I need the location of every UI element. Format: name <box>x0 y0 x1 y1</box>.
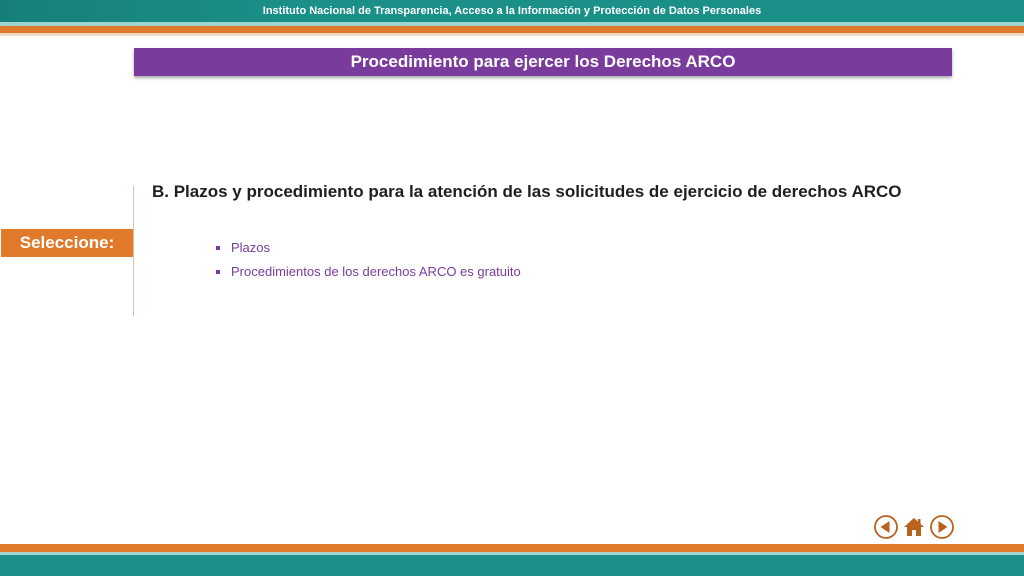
header-stripe-pale <box>0 33 1024 36</box>
options-list: Plazos Procedimientos de los derechos AR… <box>216 236 521 284</box>
section-heading: B. Plazos y procedimiento para la atenci… <box>152 182 902 201</box>
option-plazos[interactable]: Plazos <box>216 236 521 260</box>
option-label[interactable]: Plazos <box>231 236 270 260</box>
header-stripe-orange <box>0 26 1024 33</box>
square-bullet-icon <box>216 270 220 274</box>
institution-header-bar: Instituto Nacional de Transparencia, Acc… <box>0 0 1024 22</box>
home-icon[interactable] <box>902 515 926 539</box>
page-title: Procedimiento para ejercer los Derechos … <box>350 52 736 71</box>
institution-name: Instituto Nacional de Transparencia, Acc… <box>262 5 762 17</box>
option-procedimientos[interactable]: Procedimientos de los derechos ARCO es g… <box>216 260 521 284</box>
square-bullet-icon <box>216 246 220 250</box>
page-title-banner: Procedimiento para ejercer los Derechos … <box>134 48 952 76</box>
navigation-controls <box>874 515 954 541</box>
footer-stripe-orange <box>0 544 1024 552</box>
forward-arrow-icon[interactable] <box>930 515 954 539</box>
select-prompt-text: Seleccione: <box>19 233 115 252</box>
back-arrow-icon[interactable] <box>874 515 898 539</box>
section-divider <box>133 186 134 316</box>
footer-bar <box>0 555 1024 576</box>
select-prompt-label: Seleccione: <box>1 229 133 257</box>
header-shade <box>0 0 300 22</box>
option-label[interactable]: Procedimientos de los derechos ARCO es g… <box>231 260 521 284</box>
